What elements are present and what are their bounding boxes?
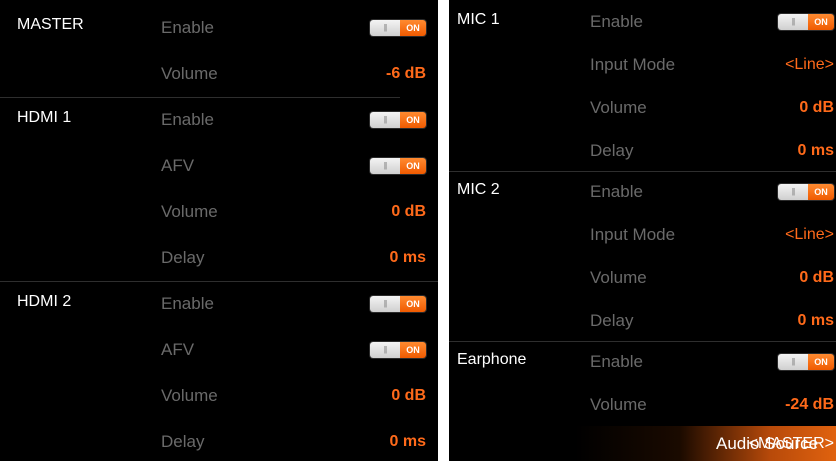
earphone-enable-label: Enable [590, 351, 643, 371]
mic1-volume-row[interactable]: Volume 0 dB [449, 86, 836, 129]
mic1-enable-label: Enable [590, 11, 643, 31]
toggle-on-label: ON [400, 20, 426, 36]
mic1-delay-value[interactable]: 0 ms [798, 142, 834, 160]
toggle-on-label: ON [808, 183, 834, 200]
earphone-enable-row[interactable]: Enable ||| ON [449, 340, 836, 383]
grip-icon: ||| [791, 16, 795, 26]
audio-source-value[interactable]: <MASTER> [749, 435, 834, 453]
hdmi2-delay-row[interactable]: Delay 0 ms [0, 419, 438, 461]
mic2-volume-label: Volume [590, 267, 647, 287]
master-volume-row[interactable]: Volume -6 dB [0, 51, 438, 97]
mic2-delay-value[interactable]: 0 ms [798, 312, 834, 330]
hdmi1-delay-value[interactable]: 0 ms [390, 249, 426, 267]
toggle-on-label: ON [400, 296, 426, 312]
toggle-on-label: ON [400, 158, 426, 174]
hdmi2-volume-label: Volume [161, 386, 218, 405]
hdmi1-volume-value[interactable]: 0 dB [391, 203, 426, 221]
earphone-volume-row[interactable]: Volume -24 dB [449, 383, 836, 426]
hdmi2-afv-row[interactable]: AFV ||| ON [0, 327, 438, 373]
hdmi2-enable-toggle[interactable]: ||| ON [370, 296, 426, 312]
mic1-input-mode-row[interactable]: Input Mode <Line> [449, 43, 836, 86]
hdmi1-delay-row[interactable]: Delay 0 ms [0, 235, 438, 281]
mic1-enable-row[interactable]: Enable ||| ON [449, 0, 836, 43]
mic2-volume-value[interactable]: 0 dB [799, 269, 834, 287]
hdmi2-volume-value[interactable]: 0 dB [391, 387, 426, 405]
left-settings-panel: MASTER Enable ||| ON Volume -6 dB HDMI 1… [0, 0, 438, 461]
grip-icon: ||| [383, 161, 387, 170]
hdmi1-enable-label: Enable [161, 110, 214, 129]
toggle-on-label: ON [400, 112, 426, 128]
toggle-on-label: ON [808, 13, 834, 30]
toggle-on-label: ON [400, 342, 426, 358]
right-settings-panel: MIC 1 Enable ||| ON Input Mode <Line> Vo… [449, 0, 836, 461]
grip-icon: ||| [383, 299, 387, 308]
hdmi2-enable-label: Enable [161, 294, 214, 313]
mic1-delay-row[interactable]: Delay 0 ms [449, 129, 836, 172]
mic2-enable-label: Enable [590, 181, 643, 201]
hdmi1-volume-label: Volume [161, 202, 218, 221]
hdmi2-afv-toggle[interactable]: ||| ON [370, 342, 426, 358]
hdmi2-enable-row[interactable]: Enable ||| ON [0, 281, 438, 327]
mic2-volume-row[interactable]: Volume 0 dB [449, 256, 836, 299]
mic1-delay-label: Delay [590, 140, 634, 160]
hdmi1-volume-row[interactable]: Volume 0 dB [0, 189, 438, 235]
mic2-input-mode-row[interactable]: Input Mode <Line> [449, 213, 836, 256]
grip-icon: ||| [383, 115, 387, 124]
master-volume-label: Volume [161, 64, 218, 83]
toggle-on-label: ON [808, 353, 834, 370]
mic1-volume-label: Volume [590, 97, 647, 117]
hdmi1-enable-toggle[interactable]: ||| ON [370, 112, 426, 128]
mic2-enable-row[interactable]: Enable ||| ON [449, 170, 836, 213]
grip-icon: ||| [791, 356, 795, 366]
hdmi1-afv-toggle[interactable]: ||| ON [370, 158, 426, 174]
mic2-enable-toggle[interactable]: ||| ON [778, 183, 834, 200]
hdmi1-delay-label: Delay [161, 248, 205, 267]
master-enable-toggle[interactable]: ||| ON [370, 20, 426, 36]
mic1-volume-value[interactable]: 0 dB [799, 99, 834, 117]
mic1-input-mode-value[interactable]: <Line> [785, 56, 834, 74]
hdmi2-afv-label: AFV [161, 340, 195, 359]
master-enable-label: Enable [161, 18, 214, 37]
earphone-enable-toggle[interactable]: ||| ON [778, 353, 834, 370]
earphone-volume-value[interactable]: -24 dB [785, 396, 834, 414]
mic1-enable-toggle[interactable]: ||| ON [778, 13, 834, 30]
hdmi2-volume-row[interactable]: Volume 0 dB [0, 373, 438, 419]
mic2-delay-label: Delay [590, 310, 634, 330]
earphone-volume-label: Volume [590, 394, 647, 414]
grip-icon: ||| [383, 23, 387, 32]
mic2-delay-row[interactable]: Delay 0 ms [449, 299, 836, 342]
hdmi1-enable-row[interactable]: Enable ||| ON [0, 97, 438, 143]
master-volume-value[interactable]: -6 dB [386, 65, 426, 83]
hdmi1-afv-label: AFV [161, 156, 195, 175]
hdmi1-afv-row[interactable]: AFV ||| ON [0, 143, 438, 189]
mic1-input-mode-label: Input Mode [590, 54, 676, 74]
grip-icon: ||| [383, 345, 387, 354]
master-enable-row[interactable]: Enable ||| ON [0, 5, 438, 51]
hdmi2-delay-label: Delay [161, 432, 205, 451]
hdmi2-delay-value[interactable]: 0 ms [390, 433, 426, 451]
earphone-audio-source-row[interactable]: Audio Source <MASTER> [575, 426, 836, 461]
mic2-input-mode-value[interactable]: <Line> [785, 226, 834, 244]
mic2-input-mode-label: Input Mode [590, 224, 676, 244]
grip-icon: ||| [791, 186, 795, 196]
